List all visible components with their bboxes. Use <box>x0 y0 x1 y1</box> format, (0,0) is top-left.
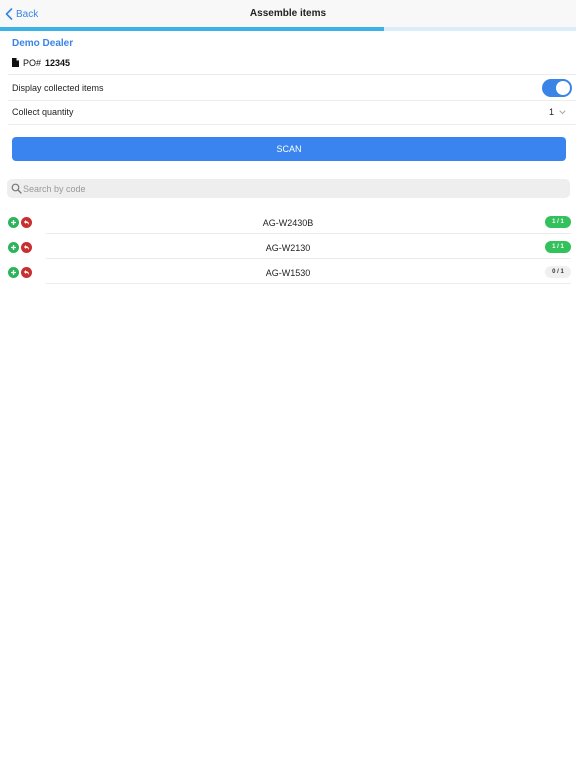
collect-quantity-label: Collect quantity <box>12 107 74 117</box>
divider <box>8 100 576 101</box>
list-item: AG-W2430B 1 / 1 <box>0 209 576 234</box>
divider <box>46 283 571 284</box>
list-item: AG-W1530 0 / 1 <box>0 259 576 284</box>
collect-quantity-select[interactable]: 1 <box>549 107 566 117</box>
po-number: 12345 <box>45 58 71 68</box>
search-bar <box>7 179 570 198</box>
scan-button[interactable]: SCAN <box>12 137 566 161</box>
divider <box>8 124 576 125</box>
po-prefix: PO# <box>23 58 42 68</box>
document-icon <box>12 57 19 69</box>
count-badge: 0 / 1 <box>545 266 571 278</box>
po-number-row: PO# 12345 <box>12 57 70 69</box>
divider <box>8 74 576 75</box>
search-input[interactable] <box>23 179 563 198</box>
display-collected-toggle[interactable] <box>542 79 572 97</box>
item-code: AG-W2430B <box>262 218 314 228</box>
dealer-name: Demo Dealer <box>12 38 74 49</box>
nav-bar: Back Assemble items <box>0 0 576 28</box>
count-badge: 1 / 1 <box>545 241 571 253</box>
toggle-knob <box>556 81 570 95</box>
page-title: Assemble items <box>249 8 327 19</box>
chevron-down-icon <box>559 109 566 115</box>
count-badge: 1 / 1 <box>545 216 571 228</box>
list-item: AG-W2130 1 / 1 <box>0 234 576 259</box>
progress-bar <box>0 27 576 31</box>
collect-quantity-value: 1 <box>549 107 555 117</box>
item-code: AG-W2130 <box>265 243 311 253</box>
item-code: AG-W1530 <box>265 268 311 278</box>
progress-fill <box>0 27 385 31</box>
display-collected-label: Display collected items <box>12 83 104 93</box>
